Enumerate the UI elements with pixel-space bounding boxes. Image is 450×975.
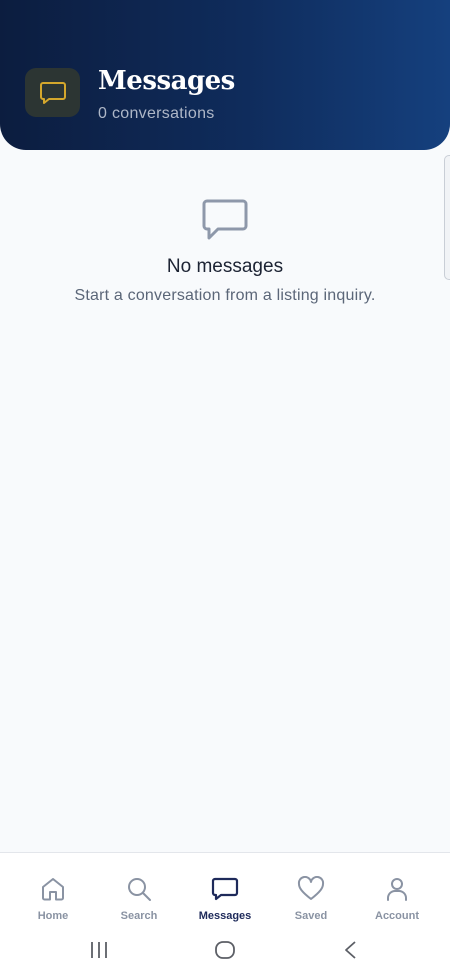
home-icon (42, 878, 64, 901)
header-chat-icon-badge (25, 68, 80, 117)
chat-bubble-icon (202, 199, 248, 240)
bottom-navigation: Home Search Messages Saved Account (0, 852, 450, 932)
conversation-count: 0 conversations (98, 105, 215, 122)
empty-state-title: No messages (166, 256, 284, 277)
nav-search[interactable]: Search (99, 853, 179, 922)
home-circle-icon[interactable] (213, 939, 237, 961)
nav-label-search: Search (120, 910, 158, 922)
nav-label-saved: Saved (294, 910, 328, 922)
nav-home[interactable]: Home (13, 853, 93, 922)
chat-bubble-icon (39, 81, 66, 104)
back-icon[interactable] (340, 939, 362, 961)
nav-saved[interactable]: Saved (271, 853, 351, 922)
nav-label-home: Home (37, 910, 69, 922)
search-icon (128, 878, 151, 901)
empty-state-subtitle: Start a conversation from a listing inqu… (74, 287, 376, 304)
nav-account[interactable]: Account (357, 853, 437, 922)
nav-label-messages: Messages (198, 910, 252, 922)
heart-icon (297, 876, 325, 900)
page-title: Messages (98, 66, 235, 96)
chat-bubble-icon (211, 877, 239, 901)
nav-label-account: Account (375, 910, 419, 922)
user-icon (387, 878, 407, 901)
recent-apps-icon[interactable] (88, 939, 110, 961)
system-navigation-bar (0, 932, 450, 975)
messages-screen: Messages 0 conversations No messages Sta… (0, 0, 450, 975)
page-header: Messages 0 conversations (0, 0, 450, 150)
nav-messages[interactable]: Messages (185, 853, 265, 922)
